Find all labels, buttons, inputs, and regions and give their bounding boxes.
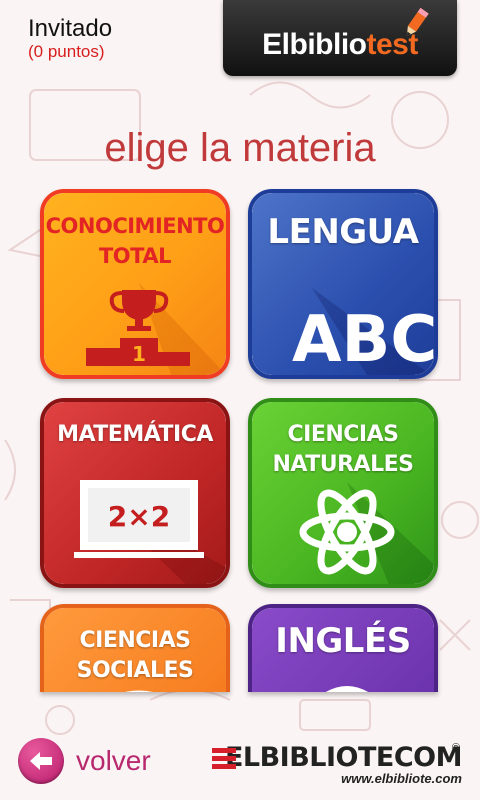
back-button[interactable]: volver bbox=[18, 738, 151, 784]
subject-label: INGLÉS bbox=[275, 621, 411, 661]
subject-label: CIENCIAS NATURALES bbox=[272, 422, 414, 477]
subject-matematica-button[interactable]: 2×2 MATEMÁTICA bbox=[40, 398, 230, 588]
subject-label: CIENCIAS SOCIALES bbox=[76, 628, 194, 683]
subject-ciencias-sociales-button[interactable]: CIENCIAS SOCIALES bbox=[40, 604, 230, 692]
brand-logo: ® ELBIBLIOTECOM www.elbibliote.com bbox=[212, 742, 463, 786]
svg-text:1: 1 bbox=[132, 342, 146, 366]
subject-grid: 1 CONOCIMIENTO TOTAL ABC LENGUA 2×2 MATE… bbox=[0, 0, 480, 800]
brand-name: ELBIBLIOTECOM bbox=[224, 742, 463, 773]
back-label: volver bbox=[76, 745, 151, 776]
subject-ciencias-naturales-button[interactable]: CIENCIAS NATURALES bbox=[248, 398, 438, 588]
subject-ingles-button[interactable]: INGLÉS bbox=[248, 604, 438, 692]
subject-label: CONOCIMIENTO TOTAL bbox=[45, 214, 225, 268]
back-arrow-icon bbox=[18, 738, 64, 784]
subject-label: MATEMÁTICA bbox=[57, 422, 213, 447]
brand-mark-icon bbox=[212, 748, 236, 769]
subject-label: LENGUA bbox=[267, 212, 419, 252]
registered-mark: ® bbox=[451, 742, 460, 754]
svg-text:ABC: ABC bbox=[292, 303, 437, 377]
subject-conocimiento-total-button[interactable]: 1 CONOCIMIENTO TOTAL bbox=[40, 189, 230, 379]
subject-lengua-button[interactable]: ABC LENGUA bbox=[248, 189, 438, 379]
brand-url: www.elbibliote.com bbox=[341, 771, 462, 786]
svg-text:2×2: 2×2 bbox=[108, 500, 170, 533]
